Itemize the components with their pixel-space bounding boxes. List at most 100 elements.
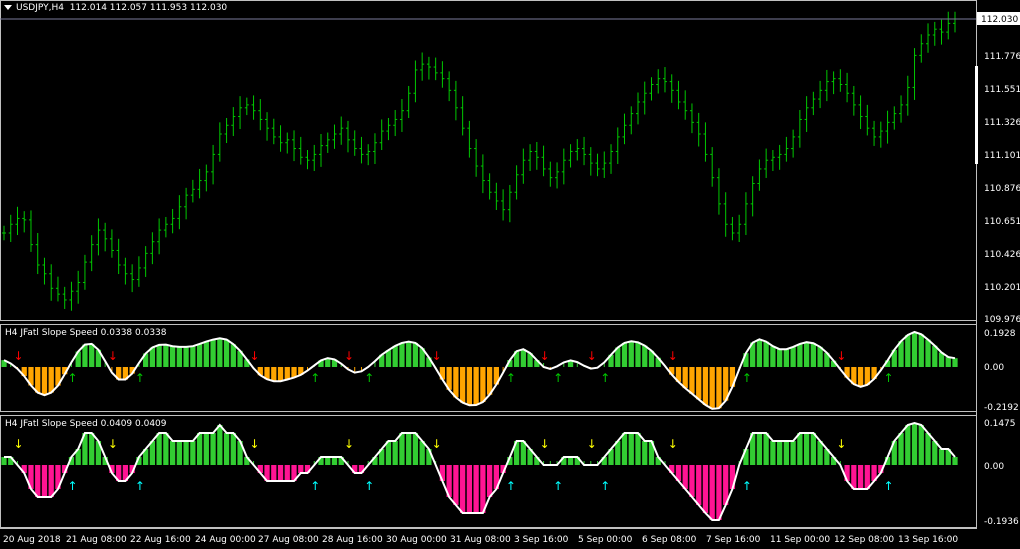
histogram-bar: [797, 343, 803, 367]
arrow-up-icon: ↑: [553, 479, 563, 493]
arrow-up-icon: ↑: [364, 371, 374, 385]
histogram-bar: [35, 465, 41, 497]
indicator2-histogram: [1, 421, 958, 521]
histogram-bar: [35, 367, 41, 393]
histogram-bar: [790, 441, 796, 465]
price-tick: 111.326: [984, 118, 1020, 128]
histogram-bar: [911, 332, 918, 367]
arrow-down-icon: ↓: [836, 437, 846, 451]
arrow-up-icon: ↑: [506, 479, 516, 493]
histogram-bar: [190, 441, 196, 465]
histogram-bar: [284, 367, 290, 380]
time-tick: 6 Sep 08:00: [642, 535, 697, 545]
histogram-bar: [210, 433, 216, 465]
main-panel-frame: [0, 0, 977, 321]
histogram-bar: [783, 441, 790, 465]
histogram-bar: [406, 341, 412, 367]
histogram-bar: [689, 367, 695, 394]
time-tick: 11 Sep 00:00: [770, 535, 830, 545]
scroll-marker[interactable]: [975, 66, 978, 164]
histogram-bar: [399, 342, 405, 367]
histogram-bar: [817, 346, 823, 367]
time-tick: 5 Sep 00:00: [578, 535, 633, 545]
histogram-bar: [196, 433, 203, 465]
histogram-bar: [952, 358, 958, 367]
arrow-up-icon: ↑: [742, 479, 752, 493]
arrow-up-icon: ↑: [884, 479, 894, 493]
arrow-down-icon: ↓: [540, 437, 550, 451]
symbol-header[interactable]: USDJPY,H4 112.014 112.057 111.953 112.03…: [4, 3, 227, 13]
histogram-bar: [392, 345, 398, 367]
arrow-up-icon: ↑: [364, 479, 374, 493]
histogram-bar: [473, 367, 479, 405]
ind2-tick: 0.1475: [984, 419, 1016, 429]
histogram-bar: [453, 367, 459, 398]
histogram-bar: [284, 465, 290, 481]
ind1-tick: -0.2192: [984, 403, 1019, 413]
histogram-bar: [41, 465, 48, 497]
price-tick: 110.201: [984, 283, 1020, 293]
histogram-bar: [945, 357, 951, 367]
time-tick: 24 Aug 00:00: [195, 535, 256, 545]
histogram-bar: [702, 367, 709, 405]
histogram-bar: [183, 346, 189, 367]
ohlc-values: 112.014 112.057 111.953 112.030: [69, 3, 228, 13]
histogram-bar: [230, 433, 236, 465]
price-tick: 110.426: [984, 250, 1020, 260]
histogram-bar: [48, 367, 54, 393]
arrow-up-icon: ↑: [506, 371, 516, 385]
histogram-bar: [709, 465, 715, 520]
arrow-up-icon: ↑: [135, 479, 145, 493]
histogram-bar: [89, 433, 95, 465]
arrow-down-icon: ↓: [250, 437, 260, 451]
histogram-bar: [952, 457, 958, 465]
histogram-bar: [682, 367, 688, 389]
histogram-bar: [621, 342, 628, 367]
time-tick: 30 Aug 00:00: [386, 535, 447, 545]
histogram-bar: [689, 465, 695, 497]
histogram-bar: [520, 349, 526, 367]
histogram-bar: [925, 433, 931, 465]
histogram-bar: [331, 457, 338, 465]
histogram-bar: [770, 441, 776, 465]
histogram-bar: [163, 433, 169, 465]
histogram-bar: [756, 433, 763, 465]
histogram-bar: [777, 441, 783, 465]
histogram-bar: [763, 341, 769, 367]
arrow-up-icon: ↑: [310, 371, 320, 385]
histogram-bar: [803, 342, 810, 367]
chart-canvas[interactable]: ↓↓↑↑↓↓↑↑↓↓↑↑↓↓↑↑↓↓↑↑↓↓↑↑↓↓↑↑↓↓↑↑↓↓↑↑ 112…: [0, 0, 1020, 549]
time-tick: 20 Aug 2018: [3, 535, 61, 545]
histogram-bar: [223, 339, 230, 367]
time-axis: 20 Aug 2018 21 Aug 08:00 22 Aug 16:00 24…: [3, 535, 958, 545]
ind1-tick: 0.00: [984, 363, 1004, 373]
histogram-bar: [196, 343, 203, 367]
histogram-bar: [48, 465, 54, 497]
histogram-bar: [480, 465, 486, 513]
price-tick: 110.651: [984, 217, 1020, 227]
histogram-bar: [709, 367, 715, 409]
histogram-bar: [41, 367, 48, 396]
histogram-bar: [635, 342, 641, 367]
histogram-bar: [696, 465, 702, 505]
arrow-up-icon: ↑: [67, 479, 77, 493]
histogram-bar: [777, 349, 783, 367]
time-tick: 3 Sep 16:00: [514, 535, 569, 545]
arrow-down-icon: ↓: [432, 349, 442, 363]
histogram-bar: [453, 465, 459, 505]
chevron-down-icon[interactable]: [4, 5, 12, 10]
histogram-bar: [385, 350, 392, 367]
arrow-down-icon: ↓: [587, 437, 597, 451]
price-tick: 111.101: [984, 151, 1020, 161]
histogram-bar: [480, 367, 486, 402]
indicator2-axis: 0.1475 0.00 -0.1936: [984, 419, 1019, 527]
arrow-down-icon: ↓: [13, 437, 23, 451]
arrow-down-icon: ↓: [668, 437, 678, 451]
histogram-bar: [797, 433, 803, 465]
histogram-bar: [642, 441, 648, 465]
histogram-bar: [628, 433, 634, 465]
histogram-bar: [918, 334, 924, 367]
histogram-bar: [460, 465, 466, 513]
histogram-bar: [217, 425, 223, 465]
histogram-bar: [298, 465, 304, 473]
